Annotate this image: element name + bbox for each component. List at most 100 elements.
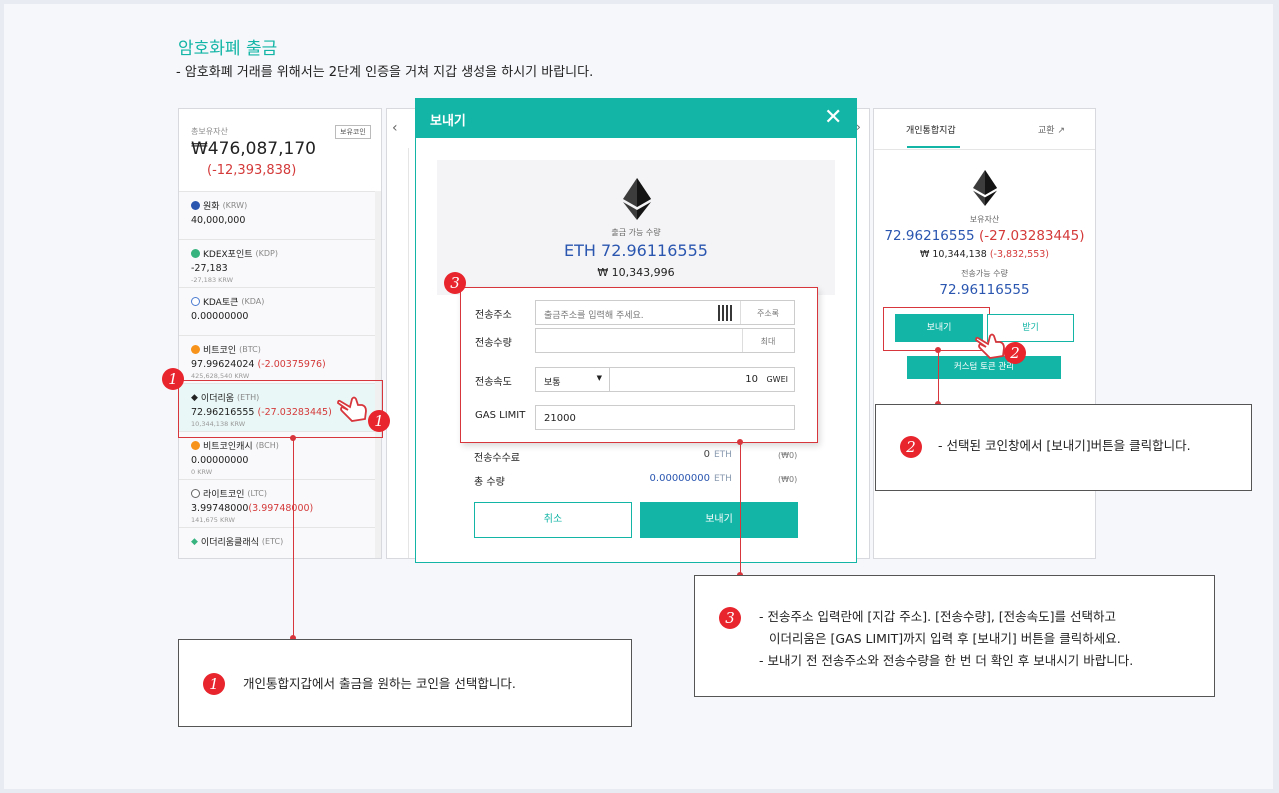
speed-select[interactable]: 보통 ▼ bbox=[535, 367, 610, 392]
krw-icon bbox=[191, 201, 200, 210]
coin-code: (ETC) bbox=[261, 537, 284, 546]
hand-pointer-icon bbox=[975, 333, 1005, 359]
coin-change: (-2.00375976) bbox=[257, 359, 326, 370]
callout-3-dot-top bbox=[737, 439, 743, 445]
fee-krw: (₩0) bbox=[778, 451, 798, 460]
callout-step-3: 3 - 전송주소 입력란에 [지갑 주소]. [전송수량], [전송속도]를 선… bbox=[694, 575, 1215, 697]
address-input[interactable]: 출금주소를 입력해 주세요. 주소록 bbox=[535, 300, 795, 325]
callout-3-line-1: - 전송주소 입력란에 [지갑 주소]. [전송수량], [전송속도]를 선택하… bbox=[759, 609, 1117, 624]
coin-item-ltc[interactable]: 라이트코인 (LTC) 3.99748000(3.99748000) 141,67… bbox=[179, 479, 375, 527]
asset-list-panel: 총보유자산 보유코인 ₩476,087,170 (-12,393,838) 원화… bbox=[178, 108, 382, 559]
callout-step-1: 1 개인통합지갑에서 출금을 원하는 코인을 선택합니다. bbox=[178, 639, 632, 727]
max-button[interactable]: 최대 bbox=[742, 336, 794, 347]
ltc-icon bbox=[191, 489, 200, 498]
callout-1-connector bbox=[293, 438, 294, 638]
gas-limit-value: 21000 bbox=[544, 413, 576, 424]
address-book-button[interactable]: 주소록 bbox=[742, 308, 794, 319]
hand-pointer-icon bbox=[337, 396, 367, 422]
coin-name: 이더리움클래식 bbox=[200, 538, 259, 548]
external-link-icon: ↗ bbox=[1057, 126, 1065, 136]
coin-item-kda[interactable]: KDA토큰 (KDA) 0.00000000 bbox=[179, 287, 375, 335]
coin-code: (BCH) bbox=[255, 441, 279, 450]
send-modal: 보내기 ✕ 출금 가능 수량 ETH 72.96116555 ₩ 10,343,… bbox=[415, 98, 857, 563]
modal-title: 보내기 bbox=[430, 114, 466, 129]
gas-limit-label: GAS LIMIT bbox=[475, 410, 526, 421]
callout-1-badge: 1 bbox=[203, 673, 225, 695]
holding-label: 보유자산 bbox=[969, 215, 1000, 224]
send-button[interactable]: 보내기 bbox=[640, 502, 798, 538]
total-amount-unit: ETH bbox=[714, 474, 732, 484]
coin-list-scrollbar[interactable] bbox=[375, 191, 381, 558]
etc-icon: ◆ bbox=[191, 536, 198, 547]
total-assets-label: 총보유자산 bbox=[191, 127, 228, 136]
total-amount-value: 0.00000000 bbox=[649, 473, 710, 484]
address-label: 전송주소 bbox=[475, 310, 512, 321]
qr-code-icon[interactable] bbox=[718, 305, 734, 321]
coin-item-btc[interactable]: 비트코인 (BTC) 97.99624024 (-2.00375976) 425,… bbox=[179, 335, 375, 383]
callout-2-dot-top bbox=[935, 347, 941, 353]
amount-input[interactable]: 최대 bbox=[535, 328, 795, 353]
cancel-button[interactable]: 취소 bbox=[474, 502, 632, 538]
kda-icon bbox=[191, 297, 200, 306]
coin-code: (LTC) bbox=[247, 489, 268, 498]
coin-code: (KDA) bbox=[241, 297, 265, 306]
wallet-send-button[interactable]: 보내기 bbox=[895, 314, 983, 342]
fee-value: 0 bbox=[703, 449, 710, 460]
coin-item-kdp[interactable]: KDEX포인트 (KDP) -27,183 -27,183 KRW bbox=[179, 239, 375, 287]
btc-icon bbox=[191, 345, 200, 354]
coin-item-bch[interactable]: 비트코인캐시 (BCH) 0.00000000 0 KRW bbox=[179, 431, 375, 479]
kdp-icon bbox=[191, 249, 200, 258]
coin-krw: 425,628,540 KRW bbox=[191, 372, 250, 380]
gwei-unit: GWEI bbox=[766, 375, 788, 384]
page-title: 암호화폐 출금 bbox=[178, 39, 278, 59]
page-subtitle: - 암호화폐 거래를 위해서는 2단계 인증을 거쳐 지갑 생성을 하시기 바랍… bbox=[176, 65, 594, 80]
hand-badge-2: 2 bbox=[1004, 342, 1026, 364]
holding-coins-button[interactable]: 보유코인 bbox=[335, 125, 371, 139]
coin-change: (3.99748000) bbox=[248, 503, 314, 514]
coin-value: 97.99624024 bbox=[191, 359, 255, 370]
callout-3-line-2: 이더리움은 [GAS LIMIT]까지 입력 후 [보내기] 버튼을 클릭하세요… bbox=[769, 631, 1121, 646]
ethereum-logo-icon bbox=[973, 170, 997, 206]
speed-option: 보통 bbox=[544, 378, 561, 388]
callout-1-text: 개인통합지갑에서 출금을 원하는 코인을 선택합니다. bbox=[243, 676, 516, 691]
gwei-value: 10 bbox=[745, 374, 758, 385]
callout-1-dot-top bbox=[290, 435, 296, 441]
step-badge-3: 3 bbox=[444, 272, 466, 294]
holding-krw: ₩ 10,344,138 bbox=[919, 249, 987, 260]
tab-exchange[interactable]: 교환 ↗ bbox=[1038, 123, 1065, 136]
callout-3-connector bbox=[740, 442, 741, 574]
address-placeholder: 출금주소를 입력해 주세요. bbox=[544, 311, 644, 321]
send-form-highlight: 전송주소 출금주소를 입력해 주세요. 주소록 전송수량 최대 전송속도 보통 … bbox=[460, 287, 818, 443]
coin-krw: 141,675 KRW bbox=[191, 516, 235, 524]
carousel-prev-icon[interactable]: ‹ bbox=[392, 120, 398, 136]
coin-value: 0.00000000 bbox=[191, 311, 249, 322]
coin-item-etc[interactable]: ◆ 이더리움클래식 (ETC) bbox=[179, 527, 375, 558]
available-krw: ₩ 10,343,996 bbox=[597, 266, 675, 279]
holding-value: 72.96216555 bbox=[884, 228, 975, 244]
coin-krw: -27,183 KRW bbox=[191, 276, 234, 284]
available-value: ETH 72.96116555 bbox=[564, 241, 708, 260]
coin-name: 비트코인 bbox=[203, 346, 237, 356]
coin-list: 원화 (KRW) 40,000,000 KDEX포인트 (KDP) -27,183 … bbox=[179, 191, 375, 558]
coin-name: 비트코인캐시 bbox=[203, 442, 253, 452]
coin-name: 원화 bbox=[203, 202, 220, 212]
holding-change: (-27.03283445) bbox=[978, 228, 1085, 244]
coin-code: (KRW) bbox=[222, 201, 248, 210]
ethereum-logo-icon bbox=[623, 178, 651, 220]
tab-personal-wallet[interactable]: 개인통합지갑 bbox=[906, 123, 956, 136]
bch-icon bbox=[191, 441, 200, 450]
sendable-value: 72.96116555 bbox=[939, 282, 1030, 298]
coin-name: KDEX포인트 bbox=[203, 250, 253, 260]
coin-item-krw[interactable]: 원화 (KRW) 40,000,000 bbox=[179, 191, 375, 239]
coin-krw: 0 KRW bbox=[191, 468, 213, 476]
holding-amount: 72.96216555 (-27.03283445) bbox=[874, 228, 1095, 244]
callout-3-line-3: - 보내기 전 전송주소와 전송수량을 한 번 더 확인 후 보내시기 바랍니다… bbox=[759, 653, 1134, 668]
chevron-down-icon: ▼ bbox=[596, 374, 602, 382]
available-label: 출금 가능 수량 bbox=[611, 228, 661, 237]
total-assets-value: ₩476,087,170 bbox=[191, 139, 316, 159]
gas-limit-input[interactable]: 21000 bbox=[535, 405, 795, 430]
close-icon[interactable]: ✕ bbox=[824, 105, 842, 130]
gwei-input[interactable]: 10 GWEI bbox=[609, 367, 795, 392]
active-tab-indicator bbox=[907, 146, 960, 148]
input-divider bbox=[740, 301, 741, 324]
